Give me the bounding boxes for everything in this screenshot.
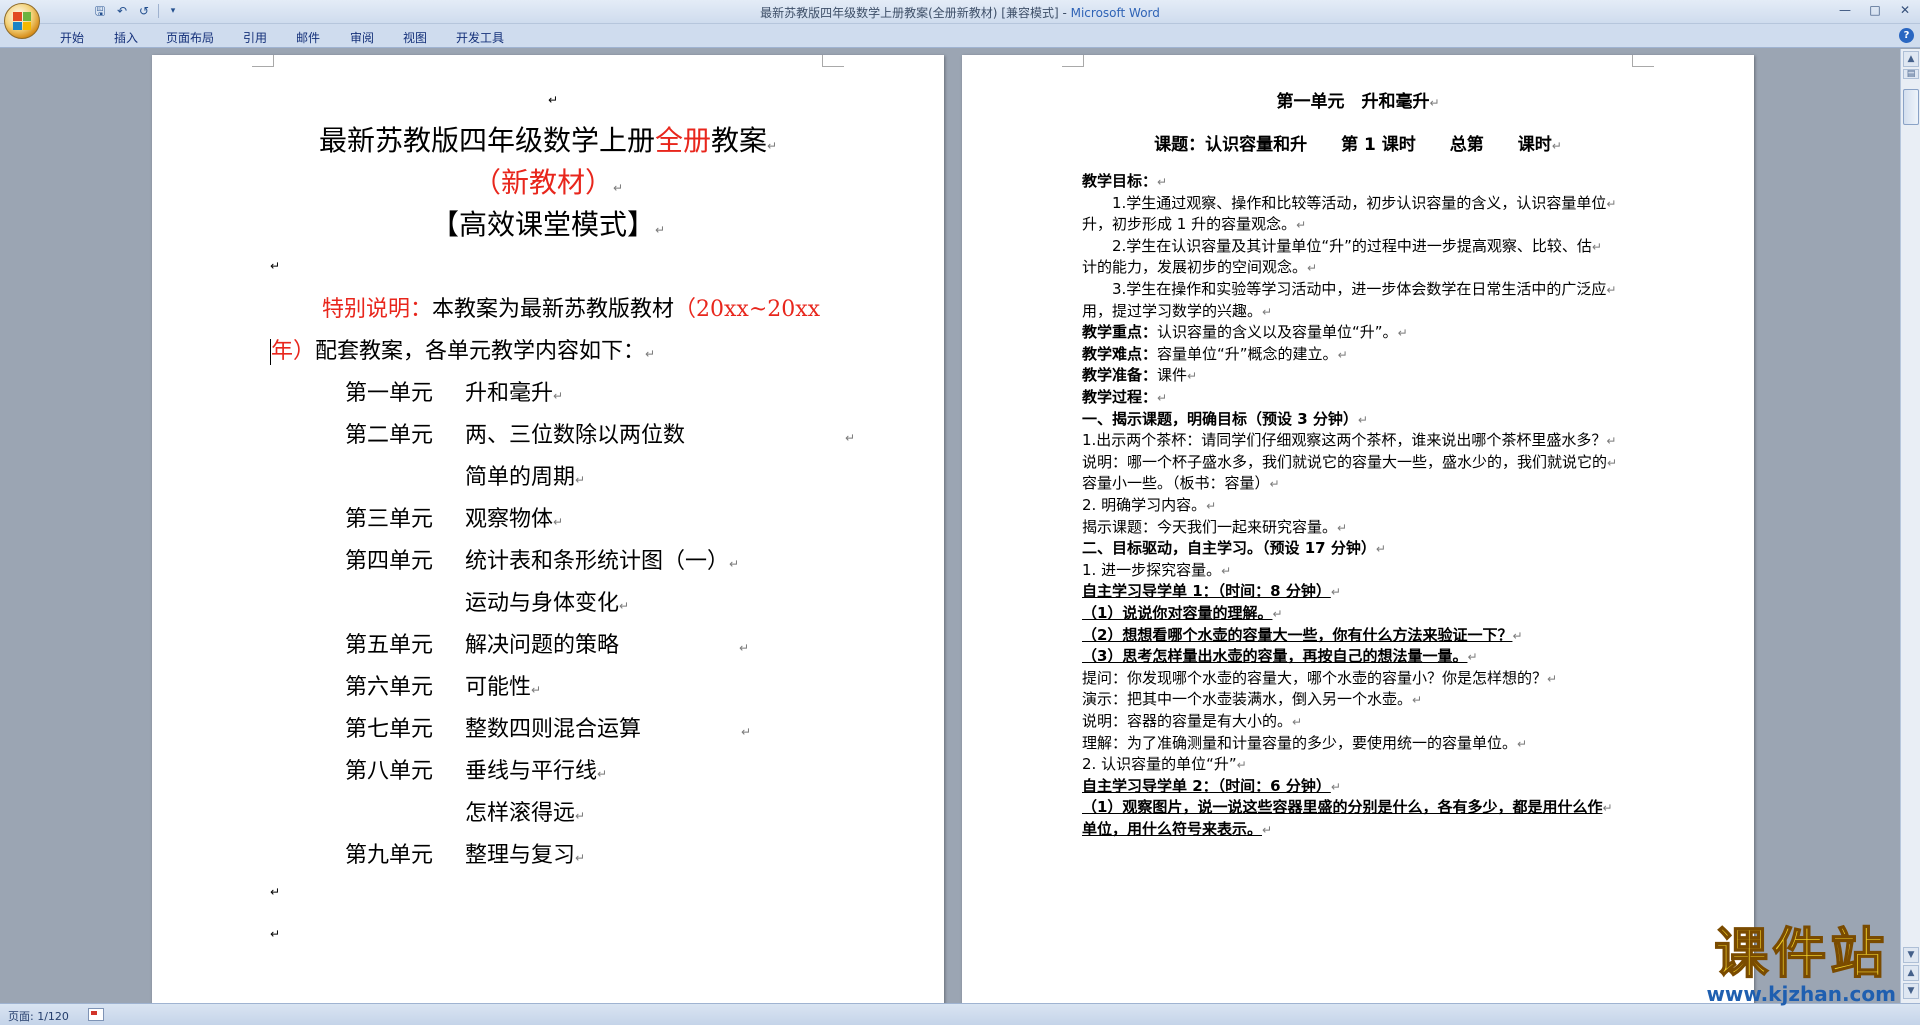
lesson-line: 教学过程：↵ <box>1082 388 1168 406</box>
special-note-line2: 年）配套教案，各单元教学内容如下：↵ <box>270 339 656 365</box>
lesson-line: 计的能力，发展初步的空间观念。↵ <box>1082 258 1318 277</box>
tab-page-layout[interactable]: 页面布局 <box>166 29 214 46</box>
list-item: 第四单元 统计表和条形统计图（一）↵ <box>345 549 740 574</box>
list-item: 第六单元 可能性↵ <box>345 675 542 700</box>
lesson-line: 3.学生在操作和实验等学习活动中，进一步体会数学在日常生活中的广泛应↵ <box>1082 280 1617 298</box>
lesson-line: 教学准备：课件↵ <box>1082 366 1198 385</box>
lesson-line: 教学目标：↵ <box>1082 172 1168 190</box>
watermark-url: www.kjzhan.com <box>1706 982 1896 1006</box>
special-note-line1: 特别说明：本教案为最新苏教版教材（20xx~20xx <box>322 297 821 322</box>
tab-mailings[interactable]: 邮件 <box>296 29 320 46</box>
watermark-title: 课件站 <box>1713 922 1889 985</box>
lesson-line: 教学重点：认识容量的含义以及容量单位“升”。↵ <box>1082 323 1408 342</box>
maximize-icon[interactable]: □ <box>1860 0 1890 20</box>
ribbon-tabs: 开始 插入 页面布局 引用 邮件 审阅 视图 开发工具 ? <box>0 24 1920 48</box>
minimize-icon[interactable]: — <box>1830 0 1860 20</box>
lesson-line: （2）想想看哪个水壶的容量大一些，你有什么方法来验证一下？↵ <box>1082 625 1523 644</box>
lesson-line: 说明：哪一个杯子盛水多，我们就说它的容量大一些，盛水少的，我们就说它的↵ <box>1082 452 1618 471</box>
lesson-subheading: 课题：认识容量和升 第 1 课时 总第 课时↵ <box>1154 135 1562 155</box>
list-item: 运动与身体变化↵ <box>465 591 630 616</box>
list-item: 第二单元 两、三位数除以两位数 ↵ <box>345 423 856 448</box>
list-item: 第五单元 解决问题的策略 ↵ <box>345 633 750 658</box>
scroll-up-icon[interactable]: ▲ <box>1903 51 1919 67</box>
tab-references[interactable]: 引用 <box>243 29 267 46</box>
lesson-line: 容量小一些。（板书：容量）↵ <box>1082 474 1280 493</box>
tab-home[interactable]: 开始 <box>60 29 84 46</box>
help-icon[interactable]: ? <box>1899 28 1914 43</box>
office-button[interactable] <box>4 3 40 39</box>
spelling-check-icon[interactable] <box>88 1008 104 1021</box>
lesson-line: （1）说说你对容量的理解。↵ <box>1082 604 1283 622</box>
next-page-icon[interactable]: ▼ <box>1903 983 1919 999</box>
office-logo-icon <box>13 12 31 30</box>
lesson-line: 自主学习导学单 2：（时间：6 分钟）↵ <box>1082 776 1341 795</box>
lesson-line: 单位，用什么符号来表示。↵ <box>1082 820 1273 838</box>
lesson-line: 二、目标驱动，自主学习。（预设 17 分钟）↵ <box>1082 539 1386 558</box>
lesson-line: 理解：为了准确测量和计量容量的多少，要使用统一的容量单位。↵ <box>1082 733 1528 752</box>
tab-developer[interactable]: 开发工具 <box>456 29 504 46</box>
lesson-line: （1）观察图片，说一说这些容器里盛的分别是什么，各有多少，都是用什么作↵ <box>1082 798 1613 817</box>
page-count[interactable]: 页面: 1/120 <box>8 1008 69 1024</box>
document-title: 最新苏教版四年级数学上册全册教案↵ <box>318 124 778 157</box>
list-item: 简单的周期↵ <box>465 465 586 490</box>
close-icon[interactable]: ✕ <box>1890 0 1920 20</box>
watermark-logo: 课件站 www.kjzhan.com <box>1706 922 1896 1006</box>
page-left[interactable]: ↵ 最新苏教版四年级数学上册全册教案↵ （新教材）↵ 【高效课堂模式】↵ ↵ 特… <box>152 55 944 1003</box>
list-item: 第九单元 整理与复习↵ <box>345 843 586 868</box>
lesson-line: 2.学生在认识容量及其计量单位“升”的过程中进一步提高观察、比较、估↵ <box>1082 236 1602 255</box>
tab-insert[interactable]: 插入 <box>114 29 138 46</box>
lesson-line: 1. 进一步探究容量。↵ <box>1082 560 1232 579</box>
window-controls: — □ ✕ <box>1830 0 1920 20</box>
lesson-line: 用，提过学习数学的兴趣。↵ <box>1082 301 1273 320</box>
lesson-line: 提问：你发现哪个水壶的容量大，哪个水壶的容量小？你是怎样想的？↵ <box>1082 668 1558 687</box>
vertical-scrollbar[interactable]: ▲ ▤ ▼ ▲ ▼ <box>1900 49 1920 1003</box>
list-item: 怎样滚得远↵ <box>465 801 586 826</box>
status-bar: 页面: 1/120 <box>0 1003 1920 1025</box>
lesson-heading: 第一单元 升和毫升↵ <box>1276 92 1440 112</box>
lesson-line: 说明：容器的容量是有大小的。↵ <box>1082 712 1303 730</box>
ruler-toggle-icon[interactable]: ▤ <box>1903 69 1919 79</box>
document-workspace: ↵ 最新苏教版四年级数学上册全册教案↵ （新教材）↵ 【高效课堂模式】↵ ↵ 特… <box>0 49 1900 1003</box>
list-item: 第三单元 观察物体↵ <box>345 507 564 532</box>
lesson-line: 揭示课题：今天我们一起来研究容量。↵ <box>1082 517 1348 536</box>
lesson-line: 一、揭示课题，明确目标（预设 3 分钟）↵ <box>1082 409 1368 428</box>
list-item: 第八单元 垂线与平行线↵ <box>345 759 608 784</box>
tab-view[interactable]: 视图 <box>403 29 427 46</box>
lesson-line: 教学难点：容量单位“升”概念的建立。↵ <box>1082 344 1348 363</box>
scroll-thumb[interactable] <box>1903 89 1919 125</box>
lesson-line: 2. 认识容量的单位“升”↵ <box>1082 755 1247 774</box>
page-right[interactable]: 第一单元 升和毫升↵ 课题：认识容量和升 第 1 课时 总第 课时↵ 教学目标：… <box>962 55 1754 1003</box>
lesson-line: 演示：把其中一个水壶装满水，倒入另一个水壶。↵ <box>1082 690 1423 709</box>
previous-page-icon[interactable]: ▲ <box>1903 965 1919 981</box>
scroll-down-icon[interactable]: ▼ <box>1903 947 1919 963</box>
lesson-line: （3）思考怎样量出水壶的容量，再按自己的想法量一量。↵ <box>1082 647 1478 666</box>
list-item: 第七单元 整数四则混合运算 ↵ <box>345 717 752 742</box>
window-title: 最新苏教版四年级数学上册教案(全册新教材) [兼容模式] - Microsoft… <box>760 6 1160 20</box>
tab-review[interactable]: 审阅 <box>350 29 374 46</box>
lesson-line: 升，初步形成 1 升的容量观念。↵ <box>1082 215 1307 234</box>
lesson-line: 1.学生通过观察、操作和比较等活动，初步认识容量的含义，认识容量单位↵ <box>1082 193 1617 212</box>
list-item: 第一单元 升和毫升↵ <box>345 381 564 406</box>
document-subtitle: （新教材）↵ <box>472 166 624 199</box>
paragraph-mark: ↵ <box>548 93 559 107</box>
lesson-line: 2. 明确学习内容。↵ <box>1082 496 1217 514</box>
lesson-line: 自主学习导学单 1：（时间：8 分钟）↵ <box>1082 582 1341 601</box>
title-bar: 🖫 ↶ ↺ ▾ 最新苏教版四年级数学上册教案(全册新教材) [兼容模式] - M… <box>0 0 1920 24</box>
document-mode-title: 【高效课堂模式】↵ <box>430 208 666 241</box>
lesson-line: 1.出示两个茶杯：请同学们仔细观察这两个茶杯，谁来说出哪个茶杯里盛水多？↵ <box>1082 431 1617 450</box>
